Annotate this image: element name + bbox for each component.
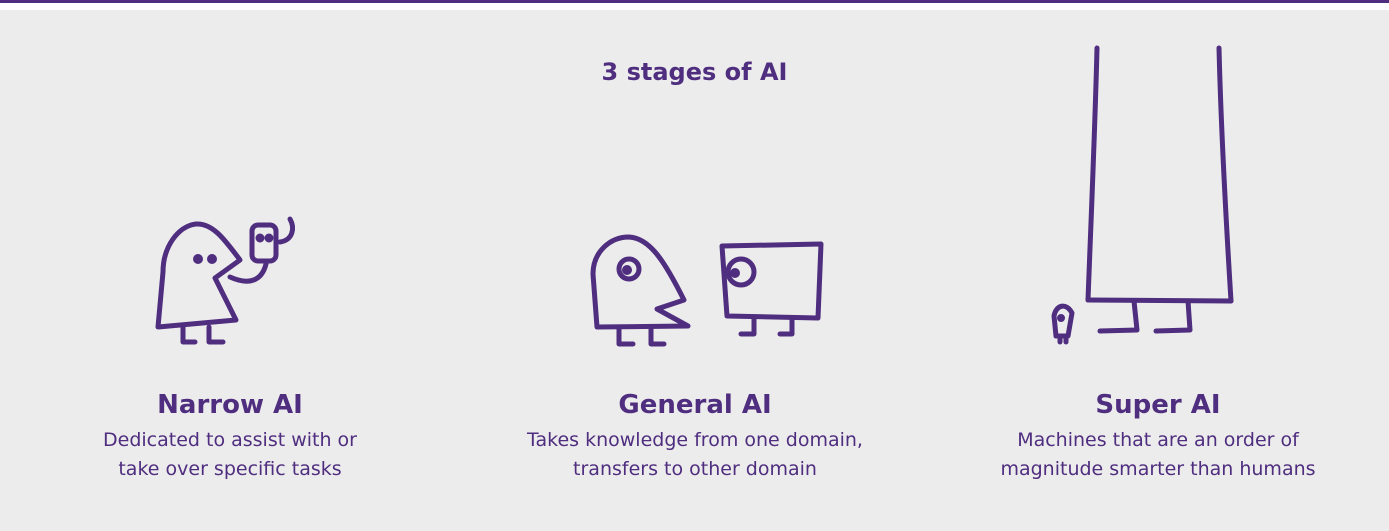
stage-narrow-ai: Narrow AI Dedicated to assist with or ta… bbox=[0, 388, 460, 484]
general-ai-illustration bbox=[590, 234, 824, 347]
stage-description-line: magnitude smarter than humans bbox=[1000, 458, 1316, 480]
stage-name: Narrow AI bbox=[157, 390, 303, 420]
stage-name: Super AI bbox=[1095, 390, 1221, 420]
diagram-frame: 3 stages of AI Narrow AI Dedicated to as… bbox=[0, 0, 1389, 531]
stage-super-ai: Super AI Machines that are an order of m… bbox=[928, 388, 1388, 484]
stage-description-line: Dedicated to assist with or bbox=[103, 429, 357, 451]
human-figure-icon bbox=[590, 234, 691, 347]
stage-description: Machines that are an order of magnitude … bbox=[928, 426, 1388, 484]
stage-description-line: Machines that are an order of bbox=[1017, 429, 1299, 451]
super-ai-illustration bbox=[1051, 45, 1234, 345]
tiny-human-icon bbox=[1051, 303, 1075, 345]
stage-description-line: Takes knowledge from one domain, bbox=[527, 429, 863, 451]
stage-description-line: transfers to other domain bbox=[573, 458, 817, 480]
small-robot-icon bbox=[249, 216, 295, 264]
stage-description: Dedicated to assist with or take over sp… bbox=[0, 426, 460, 484]
stage-name: General AI bbox=[618, 390, 772, 420]
stage-description-line: take over specific tasks bbox=[118, 458, 342, 480]
robot-figure-icon bbox=[719, 241, 824, 337]
giant-robot-icon bbox=[1085, 45, 1234, 334]
narrow-ai-illustration bbox=[155, 216, 295, 345]
stage-description: Takes knowledge from one domain, transfe… bbox=[465, 426, 925, 484]
stage-general-ai: General AI Takes knowledge from one doma… bbox=[465, 388, 925, 484]
